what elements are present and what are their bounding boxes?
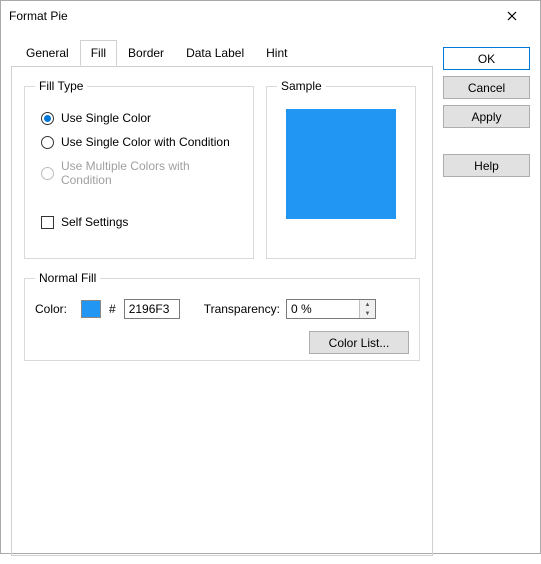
close-button[interactable] [492, 2, 532, 30]
radio-use-single-color[interactable] [41, 112, 54, 125]
cancel-button[interactable]: Cancel [443, 76, 530, 99]
spinner-down[interactable]: ▼ [360, 309, 375, 318]
close-icon [507, 11, 517, 21]
color-list-button[interactable]: Color List... [309, 331, 409, 354]
radio-use-multiple-colors-cond [41, 167, 54, 180]
sample-group: Sample [266, 79, 416, 259]
tab-hint[interactable]: Hint [255, 40, 298, 66]
tab-fill[interactable]: Fill [80, 40, 117, 66]
tab-border[interactable]: Border [117, 40, 175, 66]
transparency-spinner[interactable]: 0 % ▲ ▼ [286, 299, 376, 319]
tab-general[interactable]: General [15, 40, 80, 66]
fill-type-group: Fill Type Use Single Color Use Single Co… [24, 79, 254, 259]
apply-button[interactable]: Apply [443, 105, 530, 128]
ok-button[interactable]: OK [443, 47, 530, 70]
sample-swatch [286, 109, 396, 219]
radio-use-multiple-colors-cond-label: Use Multiple Colors with Condition [61, 159, 243, 187]
color-label: Color: [35, 302, 75, 316]
checkbox-self-settings[interactable] [41, 216, 54, 229]
checkbox-self-settings-label: Self Settings [61, 215, 128, 229]
radio-use-single-color-cond[interactable] [41, 136, 54, 149]
radio-use-single-color-cond-label: Use Single Color with Condition [61, 135, 230, 149]
help-button[interactable]: Help [443, 154, 530, 177]
normal-fill-group: Normal Fill Color: # 2196F3 Transparency… [24, 271, 420, 361]
tab-data-label[interactable]: Data Label [175, 40, 255, 66]
color-swatch[interactable] [81, 300, 101, 318]
color-hex-input[interactable]: 2196F3 [124, 299, 180, 319]
fill-type-legend: Fill Type [35, 79, 87, 93]
hash-label: # [109, 302, 116, 316]
sample-legend: Sample [277, 79, 326, 93]
radio-use-single-color-label: Use Single Color [61, 111, 151, 125]
spinner-up[interactable]: ▲ [360, 300, 375, 309]
transparency-label: Transparency: [204, 302, 280, 316]
window-title: Format Pie [9, 9, 492, 23]
normal-fill-legend: Normal Fill [35, 271, 100, 285]
transparency-value[interactable]: 0 % [287, 300, 359, 318]
